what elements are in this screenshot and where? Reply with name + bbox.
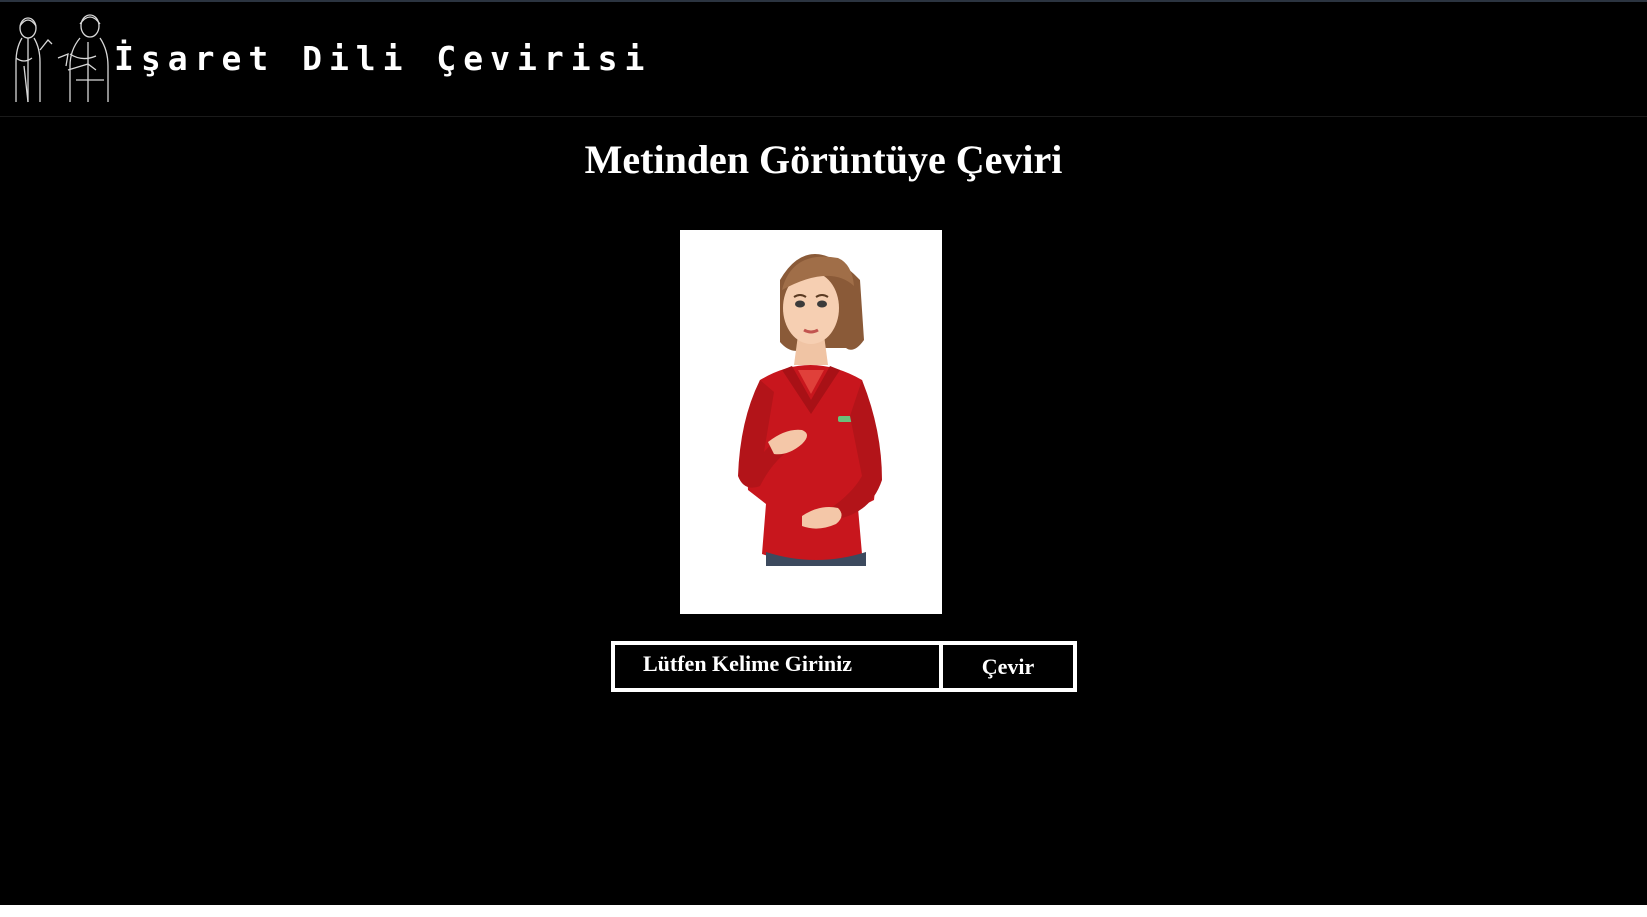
translate-button[interactable]: Çevir — [943, 645, 1073, 688]
word-input[interactable] — [615, 645, 943, 688]
page-title: Metinden Görüntüye Çeviri — [584, 137, 1063, 182]
site-title: İşaret Dili Çevirisi — [114, 39, 652, 78]
translate-form: Çevir — [611, 641, 1077, 692]
site-header: İşaret Dili Çevirisi — [0, 2, 1647, 117]
sign-avatar-image — [680, 230, 942, 614]
sign-language-logo-icon — [10, 14, 115, 106]
app-window: İşaret Dili Çevirisi Metinden Görüntüye … — [0, 0, 1647, 905]
